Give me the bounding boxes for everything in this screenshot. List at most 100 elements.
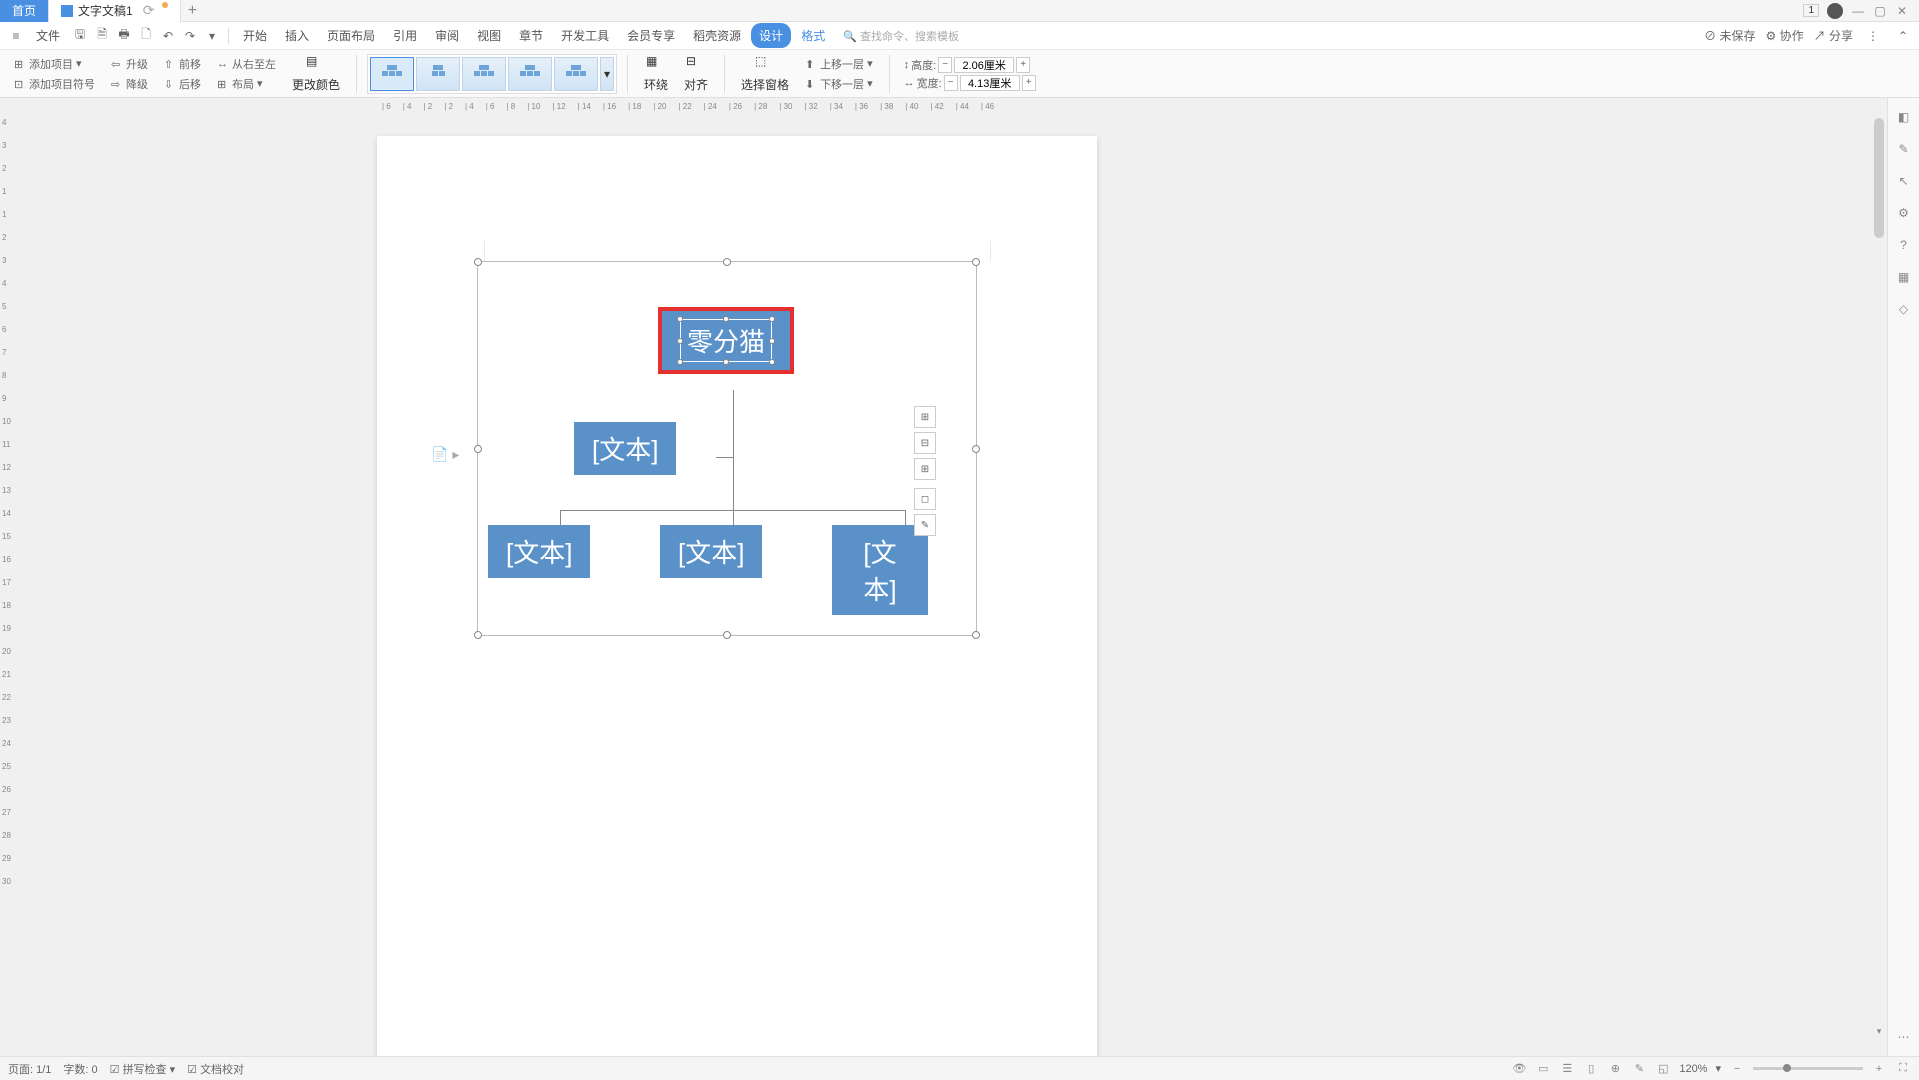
- sidepanel-task-icon[interactable]: ◧: [1895, 108, 1913, 126]
- org-node-child-3[interactable]: [文本]: [832, 525, 928, 615]
- height-input[interactable]: [954, 57, 1014, 73]
- layout-button[interactable]: ⊞布局 ▾: [215, 75, 278, 93]
- resize-handle-tm[interactable]: [723, 258, 731, 266]
- scrollbar-thumb[interactable]: [1874, 118, 1884, 238]
- tab-home[interactable]: 首页: [0, 0, 49, 22]
- org-node-assistant[interactable]: [文本]: [574, 422, 676, 475]
- node-handle[interactable]: [677, 338, 683, 344]
- print-preview-icon[interactable]: 🗎: [92, 26, 112, 46]
- zoom-value[interactable]: 120%: [1679, 1063, 1707, 1075]
- save-icon[interactable]: 🖫: [70, 26, 90, 46]
- node-handle[interactable]: [677, 359, 683, 365]
- rtl-button[interactable]: ↔从右至左: [215, 55, 278, 73]
- sidepanel-shape-icon[interactable]: ◇: [1895, 300, 1913, 318]
- hamburger-icon[interactable]: ≡: [6, 26, 26, 46]
- eye-icon[interactable]: 👁: [1511, 1061, 1527, 1077]
- menu-start[interactable]: 开始: [235, 23, 275, 48]
- send-backward-button[interactable]: ⬇下移一层 ▾: [803, 75, 875, 93]
- collapse-ribbon-icon[interactable]: ⌃: [1893, 26, 1913, 46]
- float-add-above-icon[interactable]: ⊞: [914, 406, 936, 428]
- vertical-scrollbar[interactable]: ▴ ▾: [1871, 114, 1887, 1056]
- maximize-button[interactable]: ▢: [1873, 4, 1887, 18]
- resize-handle-tr[interactable]: [972, 258, 980, 266]
- layout-thumb-2[interactable]: [416, 57, 460, 91]
- sidepanel-settings-icon[interactable]: ⚙: [1895, 204, 1913, 222]
- float-add-below-icon[interactable]: ⊞: [914, 458, 936, 480]
- resize-handle-bm[interactable]: [723, 631, 731, 639]
- quick-access-icon[interactable]: 🗋: [136, 26, 156, 46]
- resize-handle-bl[interactable]: [474, 631, 482, 639]
- sidepanel-more-icon[interactable]: ⋯: [1895, 1028, 1913, 1046]
- move-forward-button[interactable]: ⇧前移: [162, 55, 203, 73]
- node-handle[interactable]: [769, 338, 775, 344]
- view-outline-icon[interactable]: ☰: [1559, 1061, 1575, 1077]
- print-icon[interactable]: 🖶: [114, 26, 134, 46]
- horizontal-ruler[interactable]: | 6| 4| 2| 2| 4| 6| 8| 10| 12| 14| 16| 1…: [22, 98, 1871, 114]
- zoom-slider[interactable]: [1753, 1067, 1863, 1070]
- sidepanel-cursor-icon[interactable]: ↖: [1895, 172, 1913, 190]
- minimize-button[interactable]: —: [1851, 4, 1865, 18]
- zoom-slider-thumb[interactable]: [1783, 1064, 1791, 1072]
- menu-chapter[interactable]: 章节: [511, 23, 551, 48]
- node-handle[interactable]: [723, 316, 729, 322]
- menu-review[interactable]: 审阅: [427, 23, 467, 48]
- undo-icon[interactable]: ↶: [158, 26, 178, 46]
- sidepanel-help-icon[interactable]: ?: [1895, 236, 1913, 254]
- menu-design[interactable]: 设计: [751, 23, 791, 48]
- layout-thumb-3[interactable]: [462, 57, 506, 91]
- add-bullet-button[interactable]: ⊡添加项目符号: [12, 75, 97, 93]
- scroll-down-icon[interactable]: ▾: [1874, 1026, 1884, 1036]
- zoom-out-button[interactable]: −: [1729, 1061, 1745, 1077]
- notification-badge[interactable]: 1: [1803, 4, 1819, 17]
- menu-docer[interactable]: 稻壳资源: [685, 23, 749, 48]
- layout-thumb-5[interactable]: [554, 57, 598, 91]
- menu-file[interactable]: 文件: [28, 23, 68, 48]
- float-layout-icon[interactable]: ◻: [914, 488, 936, 510]
- fullscreen-icon[interactable]: ⛶: [1895, 1061, 1911, 1077]
- more-icon[interactable]: ⋮: [1863, 26, 1883, 46]
- status-proofing[interactable]: ☑ 文档校对: [187, 1061, 244, 1077]
- align-button[interactable]: ⊟对齐: [678, 52, 714, 95]
- bring-forward-button[interactable]: ⬆上移一层 ▾: [803, 55, 875, 73]
- node-handle[interactable]: [769, 359, 775, 365]
- status-spellcheck[interactable]: ☑ 拼写检查 ▾: [110, 1061, 176, 1077]
- select-pane-button[interactable]: ⬚选择窗格: [735, 52, 795, 95]
- tab-document[interactable]: 文字文稿1 ⟳: [49, 0, 181, 22]
- redo-icon[interactable]: ↷: [180, 26, 200, 46]
- move-backward-button[interactable]: ⇩后移: [162, 75, 203, 93]
- node-handle[interactable]: [723, 359, 729, 365]
- resize-handle-mr[interactable]: [972, 445, 980, 453]
- height-decrease[interactable]: −: [938, 57, 952, 73]
- sidepanel-pen-icon[interactable]: ✎: [1895, 140, 1913, 158]
- view-read-icon[interactable]: ▯: [1583, 1061, 1599, 1077]
- vertical-ruler[interactable]: 4321123456789101112131415161718192021222…: [0, 98, 22, 1056]
- unsaved-indicator[interactable]: ⊘ 未保存: [1704, 27, 1755, 44]
- width-increase[interactable]: +: [1022, 75, 1036, 91]
- zoom-fit-icon[interactable]: ◱: [1655, 1061, 1671, 1077]
- zoom-dropdown-icon[interactable]: ▾: [1715, 1062, 1721, 1075]
- close-button[interactable]: ✕: [1895, 4, 1909, 18]
- org-node-root[interactable]: 零分猫: [658, 307, 794, 374]
- org-node-child-1[interactable]: [文本]: [488, 525, 590, 578]
- page[interactable]: 📄 ▸ 零分猫: [377, 136, 1097, 1056]
- width-input[interactable]: [960, 75, 1020, 91]
- status-page[interactable]: 页面: 1/1: [8, 1061, 51, 1077]
- wrap-button[interactable]: ▦环绕: [638, 52, 674, 95]
- view-write-icon[interactable]: ✎: [1631, 1061, 1647, 1077]
- promote-button[interactable]: ⇦升级: [109, 55, 150, 73]
- sidepanel-gallery-icon[interactable]: ▦: [1895, 268, 1913, 286]
- zoom-in-button[interactable]: +: [1871, 1061, 1887, 1077]
- view-web-icon[interactable]: ⊕: [1607, 1061, 1623, 1077]
- view-page-icon[interactable]: ▭: [1535, 1061, 1551, 1077]
- menu-insert[interactable]: 插入: [277, 23, 317, 48]
- add-item-button[interactable]: ⊞添加项目 ▾: [12, 55, 97, 73]
- float-add-sibling-icon[interactable]: ⊟: [914, 432, 936, 454]
- coop-button[interactable]: ⚙ 协作: [1766, 27, 1804, 44]
- change-color-button[interactable]: ▤ 更改颜色: [286, 52, 346, 95]
- layout-thumb-4[interactable]: [508, 57, 552, 91]
- float-edit-icon[interactable]: ✎: [914, 514, 936, 536]
- menu-page-layout[interactable]: 页面布局: [319, 23, 383, 48]
- demote-button[interactable]: ⇨降级: [109, 75, 150, 93]
- menu-format[interactable]: 格式: [793, 23, 833, 48]
- menu-member[interactable]: 会员专享: [619, 23, 683, 48]
